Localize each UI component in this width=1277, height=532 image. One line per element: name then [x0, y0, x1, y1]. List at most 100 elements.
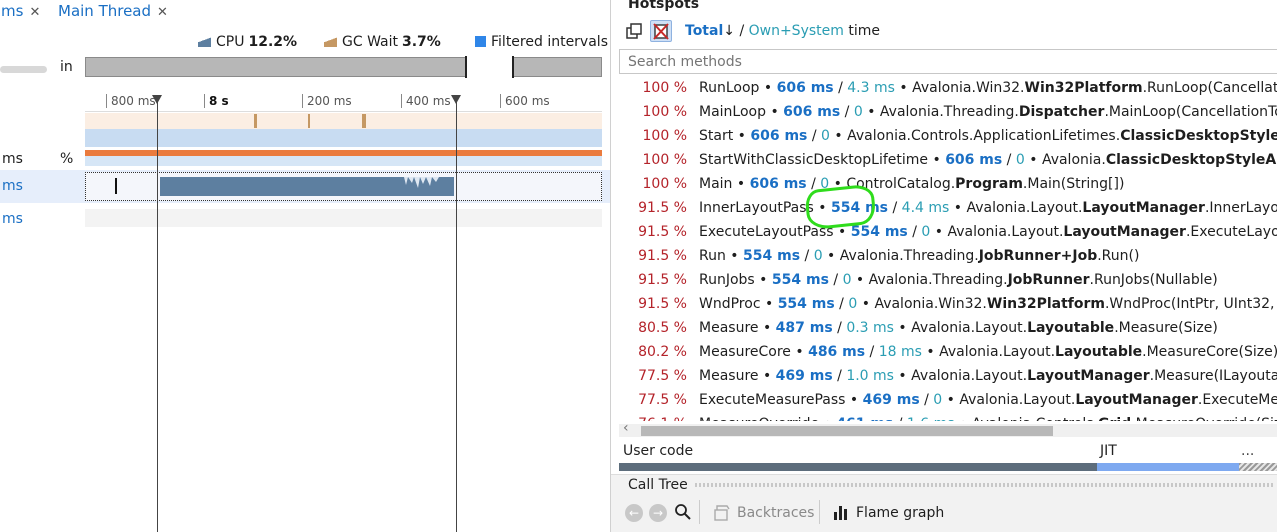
percent-value: 91.5 %	[638, 200, 687, 216]
sort-own-system[interactable]: Own+System	[749, 23, 844, 39]
method-name: MeasureCore	[699, 344, 791, 360]
method-name: WndProc	[699, 296, 761, 312]
call-tree-title: Call Tree	[628, 477, 688, 493]
flame-graph-icon[interactable]	[833, 504, 849, 524]
forward-icon[interactable]: →	[649, 504, 667, 522]
scroll-left-icon[interactable]: ‹	[623, 420, 629, 436]
hotspot-row[interactable]: 91.5 % RunJobs • 554 ms / 0 • Avalonia.Th…	[611, 269, 1277, 293]
threshold-slider[interactable]	[0, 66, 47, 73]
hotspot-row[interactable]: 76.1 %MeasureOverride • 461 ms / 1.6 ms …	[611, 413, 1277, 421]
cpu-activity-bar	[160, 177, 454, 196]
back-icon[interactable]: ←	[625, 504, 643, 522]
horizontal-scrollbar[interactable]: ‹	[619, 420, 1277, 437]
namespace: Avalonia.Layout.	[911, 320, 1028, 336]
class-name: JobRunner+Job	[978, 248, 1098, 264]
percent-value: 91.5 %	[638, 272, 687, 288]
backtraces-button[interactable]: Backtraces	[737, 505, 814, 521]
gc-marker	[254, 114, 257, 128]
hotspot-row[interactable]: 91.5 % InnerLayoutPass • 554 ms / 4.4 ms …	[611, 197, 1277, 221]
sort-total[interactable]: Total	[685, 23, 723, 39]
class-name: Win32Platform	[1024, 80, 1143, 96]
selection-end-marker[interactable]	[451, 95, 461, 104]
class-name: Win32Platform	[986, 296, 1105, 312]
close-icon[interactable]: ✕	[157, 5, 168, 20]
row-ms-label: ms	[2, 211, 23, 227]
hotspot-row[interactable]: 100 % RunLoop • 606 ms / 4.3 ms • Avaloni…	[611, 77, 1277, 101]
flame-graph-button[interactable]: Flame graph	[856, 505, 944, 521]
overview-track[interactable]	[85, 57, 602, 77]
own-time: 1.0 ms	[846, 368, 894, 384]
hotspot-row[interactable]: 100 % Start • 606 ms / 0 • Avalonia.Contr…	[611, 125, 1277, 149]
hotspot-row[interactable]: 80.2 % MeasureCore • 486 ms / 18 ms • Ava…	[611, 341, 1277, 365]
thread-row[interactable]	[85, 209, 602, 227]
overview-selection-window[interactable]	[465, 56, 514, 78]
method-name: Main	[699, 176, 733, 192]
percent-value: 100 %	[642, 128, 687, 144]
method-name: StartWithClassicDesktopLifetime	[699, 152, 929, 168]
hotspot-row[interactable]: 77.5 % Measure • 469 ms / 1.0 ms • Avalon…	[611, 365, 1277, 389]
method-signature: MeasureOverride • 461 ms / 1.6 ms • Aval…	[699, 413, 1277, 421]
method-signature: Run • 554 ms / 0 • Avalonia.Threading.Jo…	[699, 248, 1140, 264]
own-time: 4.3 ms	[847, 80, 895, 96]
total-time: 461 ms	[836, 416, 893, 421]
hotspot-row[interactable]: 100 % Main • 606 ms / 0 • ControlCatalog.…	[611, 173, 1277, 197]
hotspot-row[interactable]: 77.5 % ExecuteMeasurePass • 469 ms / 0 • …	[611, 389, 1277, 413]
row-pct-label: %	[60, 151, 74, 167]
hotspot-row[interactable]: 100 % MainLoop • 606 ms / 0 • Avalonia.Th…	[611, 101, 1277, 125]
total-time: 554 ms	[771, 272, 829, 288]
hotspot-row[interactable]: 100 % StartWithClassicDesktopLifetime • 6…	[611, 149, 1277, 173]
hotspot-row[interactable]: 80.5 % Measure • 487 ms / 0.3 ms • Avalon…	[611, 317, 1277, 341]
method-signature: Measure • 487 ms / 0.3 ms • Avalonia.Lay…	[699, 320, 1218, 336]
filter-toggle-icon[interactable]	[650, 20, 672, 42]
scroll-thumb[interactable]	[641, 426, 1053, 436]
method-signature: MeasureCore • 486 ms / 18 ms • Avalonia.…	[699, 344, 1277, 360]
hotspot-row[interactable]: 91.5 % Run • 554 ms / 0 • Avalonia.Thread…	[611, 245, 1277, 269]
legend-filtered-intervals[interactable]: Filtered intervals	[475, 34, 608, 50]
gc-value: 3.7%	[401, 34, 441, 50]
selection-start-line[interactable]	[157, 95, 158, 532]
method-args: .WndProc(IntPtr, UInt32, IntPtr, I	[1104, 296, 1277, 312]
total-time: 606 ms	[783, 104, 841, 120]
user-code-label: User code	[623, 443, 694, 459]
toolbar-divider	[819, 500, 820, 524]
namespace: Avalonia.Controls.	[972, 416, 1098, 421]
other-bar[interactable]	[1239, 463, 1277, 471]
class-name: JobRunner	[1007, 272, 1090, 288]
own-time: 18 ms	[878, 344, 922, 360]
jit-bar[interactable]	[1097, 463, 1239, 471]
search-methods-input[interactable]	[619, 49, 1277, 74]
method-name: ExecuteLayoutPass	[699, 224, 834, 240]
percent-value: 100 %	[642, 104, 687, 120]
close-icon[interactable]: ✕	[29, 5, 40, 20]
backtraces-icon[interactable]	[713, 504, 731, 526]
panel-grip[interactable]	[695, 483, 1275, 487]
selection-end-line[interactable]	[456, 95, 457, 532]
tab-main-thread[interactable]: Main Thread ✕	[58, 2, 168, 20]
hotspot-row[interactable]: 91.5 % WndProc • 554 ms / 0 • Avalonia.Wi…	[611, 293, 1277, 317]
method-name: ExecuteMeasurePass	[699, 392, 846, 408]
copy-icon[interactable]	[623, 20, 645, 42]
percent-value: 91.5 %	[638, 296, 687, 312]
legend-gc-wait: GC Wait 3.7%	[324, 34, 441, 50]
method-name: Measure	[699, 320, 759, 336]
hotspot-row[interactable]: 91.5 % ExecuteLayoutPass • 554 ms / 0 • A…	[611, 221, 1277, 245]
toolbar-divider	[699, 500, 700, 524]
class-name: Grid	[1098, 416, 1131, 421]
method-name: Measure	[699, 368, 759, 384]
gc-marker	[362, 114, 366, 128]
percent-value: 100 %	[642, 152, 687, 168]
total-time: 554 ms	[777, 296, 835, 312]
percent-value: 80.2 %	[638, 344, 687, 360]
class-name: Layoutable	[1027, 320, 1115, 336]
search-icon[interactable]	[674, 503, 692, 525]
user-code-bar[interactable]	[619, 463, 1097, 471]
tab-ms[interactable]: ms ✕	[1, 2, 40, 20]
percent-value: 100 %	[642, 80, 687, 96]
tab-label: ms	[1, 2, 24, 20]
method-args: .RunLoop(CancellationToke	[1142, 80, 1277, 96]
class-name: Layoutable	[1055, 344, 1143, 360]
class-name: Program	[955, 176, 1023, 192]
hotspots-title: Hotspots	[628, 0, 700, 12]
gc-band	[85, 113, 602, 129]
selection-start-marker[interactable]	[152, 95, 162, 104]
